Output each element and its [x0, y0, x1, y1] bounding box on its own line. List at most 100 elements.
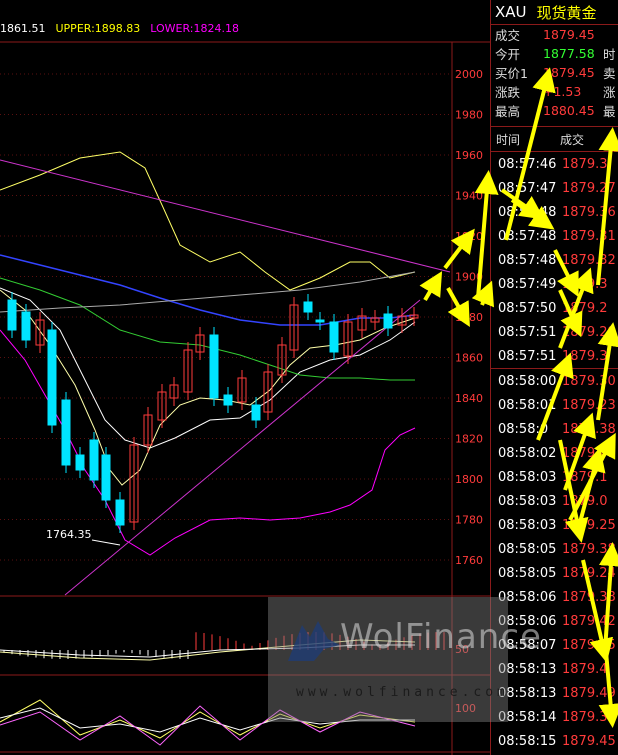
tick-price: 1879.45 — [562, 733, 616, 749]
price-tick-label: 1900 — [455, 271, 483, 284]
low-marker-line — [91, 539, 121, 546]
quote-row: 涨跌 +1.53 涨 — [491, 82, 618, 101]
tick-row: 08:58:13 1879.49 — [491, 681, 618, 705]
candle-body — [251, 404, 261, 421]
low-price-label: 1764.35 — [46, 528, 92, 541]
price-tick-label: 1760 — [455, 554, 483, 567]
tick-row: 08:58:14 1879.31 — [491, 705, 618, 729]
quote-header: XAU 现货黄金 — [491, 0, 618, 25]
price-tick-label: 1800 — [455, 473, 483, 486]
quote-row: 成交 1879.45 — [491, 25, 618, 44]
tick-price: 1879.25 — [562, 517, 616, 533]
price-tick-label: 1780 — [455, 514, 483, 527]
boll-upper-line — [0, 151, 416, 291]
candle-body — [101, 454, 111, 501]
tick-row: 08:58:0 1879.38 — [491, 417, 618, 441]
tick-row: 08:58:05 1879.24 — [491, 561, 618, 585]
price-tick-label: 1980 — [455, 109, 483, 122]
indicator-bar: 1861.51 UPPER:1898.83 LOWER:1824.18 — [0, 22, 239, 42]
resistance-trendline — [0, 159, 451, 273]
tick-row: 08:58:03 1879.1 — [491, 465, 618, 489]
tick-price: 1879.29 — [562, 324, 616, 340]
tick-row: 08:58:02 1879.41 — [491, 441, 618, 465]
tick-price: 1879.2 — [562, 300, 608, 316]
quote-row-value: 1879.45 — [543, 27, 595, 42]
tick-row: 08:57:48 1879.32 — [491, 248, 618, 272]
quote-row-label: 成交 — [495, 28, 521, 43]
tick-row: 08:57:51 1879.29 — [491, 320, 618, 344]
candle-body — [209, 334, 219, 399]
boll-lower-value: LOWER:1824.18 — [150, 22, 240, 35]
tick-price: 1879.31 — [562, 709, 616, 725]
quote-row-extra: 时 — [603, 47, 616, 62]
candle-body — [47, 329, 57, 426]
tick-row: 08:57:48 1879.31 — [491, 224, 618, 248]
quote-row-extra: 卖 — [603, 66, 616, 81]
tick-time: 08:57:48 — [498, 252, 557, 268]
quote-row-label: 最高 — [495, 104, 521, 119]
quote-row-label: 买价1 — [495, 66, 528, 81]
tick-time: 08:57:49 — [498, 276, 557, 292]
tick-time: 08:58:01 — [498, 397, 557, 413]
tick-row: 08:57:49 1879.3 — [491, 272, 618, 296]
price-tick-label: 1940 — [455, 190, 483, 203]
candlesticks — [7, 292, 419, 533]
tick-time: 08:58:03 — [498, 517, 557, 533]
price-axis: 2000 1980 1960 1940 1920 1900 1880 1860 1840 1820… — [455, 68, 483, 567]
tick-row: 08:58:13 1879.4 — [491, 657, 618, 681]
tick-time: 08:58:03 — [498, 469, 557, 485]
tick-price: 1879.49 — [562, 685, 616, 701]
tick-time: 08:57:51 — [498, 324, 557, 340]
support-trendline — [64, 299, 421, 596]
quote-row-label: 今开 — [495, 47, 521, 62]
ticks-header-price: 成交 — [560, 132, 585, 147]
candle-body — [315, 319, 325, 323]
tick-price: 1879.38 — [562, 589, 616, 605]
tick-price: 1879.0 — [562, 493, 608, 509]
tick-row: 08:57:47 1879.27 — [491, 176, 618, 200]
tick-price: 1879.38 — [562, 541, 616, 557]
tick-time: 08:57:46 — [498, 156, 557, 172]
tick-time: 08:57:50 — [498, 300, 557, 316]
watermark: WolFinance www.wolfinance.com — [268, 597, 541, 722]
tick-list[interactable]: 08:57:46 1879.3 08:57:47 1879.27 08:57:48 187… — [491, 152, 618, 753]
quote-row: 今开 1877.58 时 — [491, 44, 618, 63]
tick-time: 08:58:15 — [498, 733, 557, 749]
tick-price: 1879.30 — [562, 373, 616, 389]
wolf-logo-icon — [288, 621, 340, 661]
tick-price: 1879.36 — [562, 204, 616, 220]
price-tick-label: 1860 — [455, 352, 483, 365]
candle-body — [303, 301, 313, 313]
tick-price: 1879.3 — [562, 156, 608, 172]
candle-body — [21, 311, 31, 341]
candle-body — [89, 439, 99, 481]
tick-row: 08:58:00 1879.30 — [491, 369, 618, 393]
quote-row: 最高 1880.45 最 — [491, 101, 618, 120]
quote-row: 买价1 1879.45 卖 — [491, 63, 618, 82]
tick-price: 1879.45 — [562, 637, 616, 653]
tick-time: 08:57:48 — [498, 228, 557, 244]
quote-row-extra: 涨 — [603, 85, 616, 100]
tick-price: 1879.1 — [562, 469, 608, 485]
tick-time: 08:58:05 — [498, 541, 557, 557]
tick-row: 08:58:03 1879.25 — [491, 513, 618, 537]
candle-body — [61, 399, 71, 466]
tick-row: 08:57:51 1879.3 — [491, 344, 618, 368]
ticks-header-time: 时间 — [496, 132, 521, 147]
tick-time: 08:57:51 — [498, 348, 557, 364]
candle-body — [383, 313, 393, 329]
price-tick-label: 1960 — [455, 149, 483, 162]
quote-row-value: 1880.45 — [543, 103, 595, 118]
price-tick-label: 1880 — [455, 311, 483, 324]
tick-time: 08:58:00 — [498, 373, 557, 389]
quote-row-value: +1.53 — [543, 84, 582, 99]
watermark-url: www.wolfinance.com — [296, 685, 509, 700]
price-tick-label: 1820 — [455, 433, 483, 446]
tick-row: 08:58:03 1879.0 — [491, 489, 618, 513]
watermark-logo-text: WolFinance — [340, 617, 542, 657]
quote-row-extra: 最 — [603, 104, 616, 119]
quote-row-value: 1877.58 — [543, 46, 595, 61]
tick-price: 1879.3 — [562, 348, 608, 364]
price-tick-label: 2000 — [455, 68, 483, 81]
candle-body — [115, 499, 125, 526]
